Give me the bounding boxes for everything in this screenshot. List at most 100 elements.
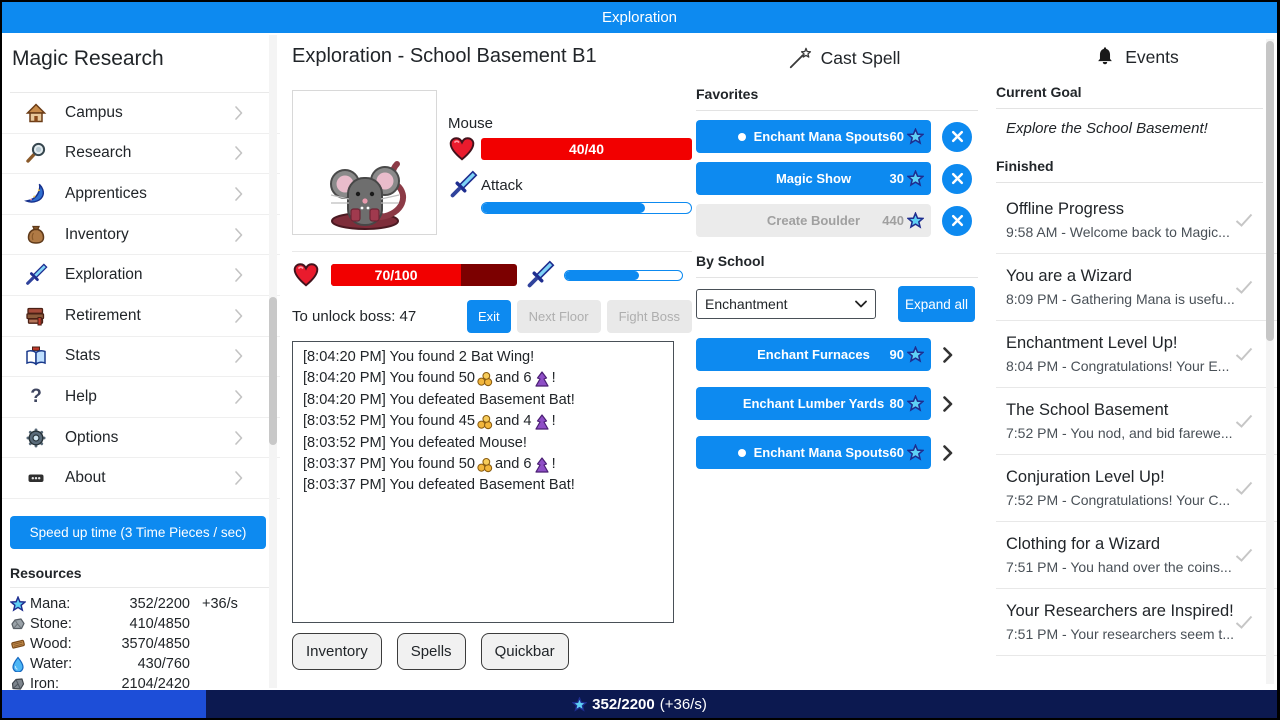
resources-title: Resources	[10, 565, 280, 581]
fight-boss-button[interactable]: Fight Boss	[607, 300, 692, 333]
chevron-right-icon	[235, 268, 243, 282]
ellipsis-icon	[24, 466, 48, 490]
school-select-row: Enchantment Expand all	[696, 286, 992, 322]
spell-cost: 60	[890, 120, 924, 153]
school-spell-row: Enchant Mana Spouts 60	[696, 436, 992, 469]
chevron-right-icon	[235, 349, 243, 363]
sidebar-item-about[interactable]: About	[2, 458, 280, 499]
event-item[interactable]: Clothing for a Wizard 7:51 PM - You hand…	[996, 522, 1277, 589]
favorite-spell-row: Magic Show 30	[696, 162, 992, 195]
spell-button-create-boulder[interactable]: Create Boulder 440	[696, 204, 931, 237]
chevron-right-icon	[235, 187, 243, 201]
expand-spell-button[interactable]	[943, 445, 953, 461]
top-bar: Exploration	[2, 2, 1277, 33]
app-window: Exploration Magic Research Campus Resear…	[2, 2, 1277, 718]
enemy-stats: Mouse 40/40 Attack	[448, 90, 692, 235]
check-icon	[1235, 414, 1253, 428]
event-item[interactable]: Your Researchers are Inspired! 7:51 PM -…	[996, 589, 1277, 656]
chevron-down-icon	[855, 300, 867, 308]
sidebar-item-exploration[interactable]: Exploration	[2, 255, 280, 296]
enemy-name: Mouse	[448, 115, 692, 132]
mana-star-icon	[907, 444, 924, 461]
heart-icon	[292, 262, 320, 288]
cast-spell-panel: Cast Spell Favorites Enchant Mana Spouts…	[692, 33, 992, 690]
spell-button-enchant-furnaces[interactable]: Enchant Furnaces 90	[696, 338, 931, 371]
speed-up-time-button[interactable]: Speed up time (3 Time Pieces / sec)	[10, 516, 266, 549]
spell-button-magic-show[interactable]: Magic Show 30	[696, 162, 931, 195]
chevron-right-icon	[943, 396, 953, 412]
active-dot	[738, 133, 746, 141]
stone-icon	[10, 616, 26, 632]
resource-value: 410/4850	[90, 616, 190, 632]
event-item[interactable]: The School Basement 7:52 PM - You nod, a…	[996, 388, 1277, 455]
gear-icon	[24, 426, 48, 450]
chevron-right-icon	[235, 390, 243, 404]
event-item[interactable]: Offline Progress 9:58 AM - Welcome back …	[996, 187, 1277, 254]
mouse-illustration	[293, 91, 436, 234]
log-line: [8:03:37 PM] You defeated Basement Bat!	[303, 475, 663, 496]
check-icon	[1235, 615, 1253, 629]
mana-status-bar: 352/2200 (+36/s)	[2, 690, 1277, 718]
sidebar-item-options[interactable]: Options	[2, 418, 280, 459]
mana-star-icon	[10, 596, 26, 612]
spell-cost: 30	[890, 162, 924, 195]
coins-icon	[477, 414, 493, 430]
next-floor-button[interactable]: Next Floor	[517, 300, 601, 333]
top-bar-title: Exploration	[602, 9, 677, 26]
gem-icon	[534, 371, 550, 387]
spell-button-enchant-mana-spouts[interactable]: Enchant Mana Spouts 60	[696, 120, 931, 153]
sidebar-item-apprentices[interactable]: Apprentices	[2, 174, 280, 215]
resource-name: Wood:	[30, 636, 72, 652]
enemy-attack-label-row: Attack	[448, 170, 692, 200]
combat-log[interactable]: [8:04:20 PM] You found 2 Bat Wing! [8:04…	[292, 341, 674, 623]
sidebar-item-label: Options	[65, 429, 235, 447]
sidebar-scrollbar-thumb[interactable]	[269, 297, 277, 445]
mana-amount: 352/2200	[592, 696, 655, 713]
check-icon	[1235, 213, 1253, 227]
sidebar-item-research[interactable]: Research	[2, 134, 280, 175]
favorite-spell-row: Enchant Mana Spouts 60	[696, 120, 992, 153]
spell-cost: 60	[890, 436, 924, 469]
sidebar-item-label: Apprentices	[65, 185, 235, 203]
remove-favorite-button[interactable]	[942, 122, 972, 152]
sidebar-item-stats[interactable]: Stats	[2, 337, 280, 378]
expand-spell-button[interactable]	[943, 347, 953, 363]
remove-favorite-button[interactable]	[942, 164, 972, 194]
school-select[interactable]: Enchantment	[696, 289, 876, 319]
player-hp-text: 70/100	[375, 267, 418, 283]
resource-row-water: Water: 430/760	[10, 654, 280, 674]
event-item[interactable]: You are a Wizard 8:09 PM - Gathering Man…	[996, 254, 1277, 321]
water-icon	[10, 656, 26, 672]
sidebar-item-inventory[interactable]: Inventory	[2, 215, 280, 256]
sword-icon	[24, 263, 48, 287]
event-item[interactable]: Conjuration Level Up! 7:52 PM - Congratu…	[996, 455, 1277, 522]
resource-name: Iron:	[30, 676, 59, 690]
event-item[interactable]: Enchantment Level Up! 8:04 PM - Congratu…	[996, 321, 1277, 388]
resource-row-iron: Iron: 2104/2420	[10, 674, 280, 690]
resource-name: Mana:	[30, 596, 70, 612]
events-scrollbar[interactable]	[1266, 39, 1274, 684]
enemy-attack-fill	[482, 203, 645, 213]
events-scrollbar-thumb[interactable]	[1266, 41, 1274, 341]
coins-icon	[477, 371, 493, 387]
remove-favorite-button[interactable]	[942, 206, 972, 236]
heart-icon	[448, 136, 476, 162]
mana-star-icon	[907, 170, 924, 187]
divider	[10, 587, 272, 588]
mana-star-icon	[572, 697, 587, 712]
sidebar-scrollbar[interactable]	[269, 35, 277, 688]
inventory-button[interactable]: Inventory	[292, 633, 382, 670]
sidebar-item-campus[interactable]: Campus	[2, 93, 280, 134]
sidebar-item-retirement[interactable]: Retirement	[2, 296, 280, 337]
spell-button-enchant-mana-spouts[interactable]: Enchant Mana Spouts 60	[696, 436, 931, 469]
sidebar-item-help[interactable]: ? Help	[2, 377, 280, 418]
expand-all-button[interactable]: Expand all	[898, 286, 975, 322]
exit-button[interactable]: Exit	[467, 300, 511, 333]
resource-row-mana: Mana: 352/2200 +36/s	[10, 594, 280, 614]
spells-button[interactable]: Spells	[397, 633, 466, 670]
expand-spell-button[interactable]	[943, 396, 953, 412]
quickbar-button[interactable]: Quickbar	[481, 633, 569, 670]
mana-star-icon	[907, 395, 924, 412]
spell-button-enchant-lumber-yards[interactable]: Enchant Lumber Yards 80	[696, 387, 931, 420]
spell-cost: 80	[890, 387, 924, 420]
